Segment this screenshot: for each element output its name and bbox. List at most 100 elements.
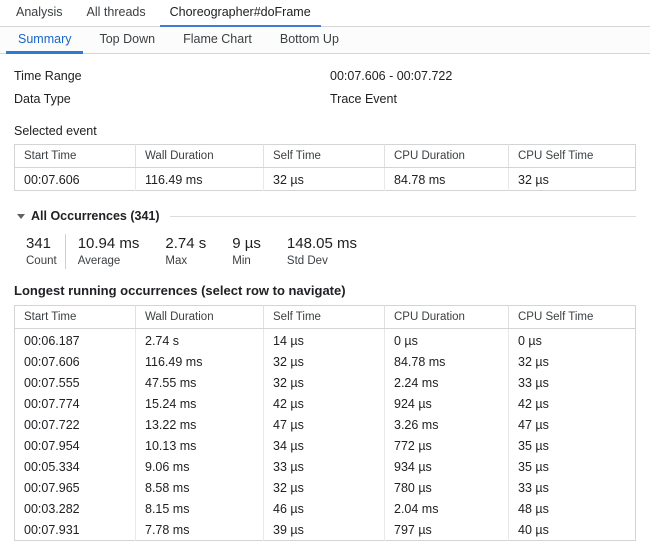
all-occurrences-label: All Occurrences (341) xyxy=(31,209,160,223)
all-occurrences-disclosure[interactable]: All Occurrences (341) xyxy=(14,208,636,224)
column-header[interactable]: Start Time xyxy=(15,306,136,329)
table-cell: 40 µs xyxy=(509,519,636,541)
table-row[interactable]: 00:07.606116.49 ms32 µs84.78 ms32 µs xyxy=(15,168,636,191)
table-cell: 15.24 ms xyxy=(136,393,264,414)
table-cell: 7.78 ms xyxy=(136,519,264,541)
stat-label: Std Dev xyxy=(287,253,357,269)
table-cell: 00:07.555 xyxy=(15,372,136,393)
longest-running-title: Longest running occurrences (select row … xyxy=(14,283,636,298)
table-cell: 48 µs xyxy=(509,498,636,519)
occurrence-stats: 341Count10.94 msAverage2.74 sMax9 µsMin1… xyxy=(14,234,636,269)
data-type-label: Data Type xyxy=(14,92,330,106)
column-header[interactable]: CPU Duration xyxy=(385,306,509,329)
table-cell: 00:07.774 xyxy=(15,393,136,414)
table-cell: 84.78 ms xyxy=(385,351,509,372)
table-row[interactable]: 00:05.3349.06 ms33 µs934 µs35 µs xyxy=(15,456,636,477)
table-row[interactable]: 00:07.72213.22 ms47 µs3.26 ms47 µs xyxy=(15,414,636,435)
stat-label: Max xyxy=(165,253,206,269)
selected-event-title: Selected event xyxy=(14,124,636,138)
column-header[interactable]: CPU Self Time xyxy=(509,306,636,329)
table-cell: 33 µs xyxy=(509,372,636,393)
stat-label: Count xyxy=(26,253,57,269)
column-header[interactable]: Start Time xyxy=(15,145,136,168)
table-cell: 772 µs xyxy=(385,435,509,456)
table-cell: 47 µs xyxy=(264,414,385,435)
table-cell: 32 µs xyxy=(264,168,385,191)
tab-summary[interactable]: Summary xyxy=(4,27,85,53)
selected-event-table: Start TimeWall DurationSelf TimeCPU Dura… xyxy=(14,144,636,191)
table-cell: 42 µs xyxy=(264,393,385,414)
table-row[interactable]: 00:07.9317.78 ms39 µs797 µs40 µs xyxy=(15,519,636,541)
analysis-panel: AnalysisAll threadsChoreographer#doFrame… xyxy=(0,0,650,541)
selected-event-table-body: 00:07.606116.49 ms32 µs84.78 ms32 µs xyxy=(15,168,636,191)
table-cell: 00:03.282 xyxy=(15,498,136,519)
analysis-tab-1[interactable]: All threads xyxy=(75,0,158,26)
table-cell: 39 µs xyxy=(264,519,385,541)
column-header[interactable]: Self Time xyxy=(264,306,385,329)
table-cell: 00:07.954 xyxy=(15,435,136,456)
table-cell: 2.74 s xyxy=(136,329,264,352)
stat-value: 2.74 s xyxy=(165,234,206,253)
data-type-row: Data Type Trace Event xyxy=(14,87,636,110)
table-row[interactable]: 00:07.95410.13 ms34 µs772 µs35 µs xyxy=(15,435,636,456)
time-range-row: Time Range 00:07.606 - 00:07.722 xyxy=(14,64,636,87)
section-divider xyxy=(170,216,636,217)
table-cell: 34 µs xyxy=(264,435,385,456)
stat-value: 10.94 ms xyxy=(78,234,140,253)
table-row[interactable]: 00:06.1872.74 s14 µs0 µs0 µs xyxy=(15,329,636,352)
table-cell: 8.15 ms xyxy=(136,498,264,519)
table-cell: 0 µs xyxy=(509,329,636,352)
table-cell: 116.49 ms xyxy=(136,351,264,372)
chevron-down-icon[interactable] xyxy=(17,214,25,219)
analysis-tab-0[interactable]: Analysis xyxy=(4,0,75,26)
time-range-value: 00:07.606 - 00:07.722 xyxy=(330,69,636,83)
longest-running-table-head: Start TimeWall DurationSelf TimeCPU Dura… xyxy=(15,306,636,329)
tab-flame-chart[interactable]: Flame Chart xyxy=(169,27,266,53)
table-cell: 47 µs xyxy=(509,414,636,435)
table-cell: 32 µs xyxy=(264,372,385,393)
selected-event-table-head: Start TimeWall DurationSelf TimeCPU Dura… xyxy=(15,145,636,168)
selected-event-table-wrap: Start TimeWall DurationSelf TimeCPU Dura… xyxy=(14,144,636,191)
table-cell: 00:07.606 xyxy=(15,168,136,191)
column-header[interactable]: CPU Self Time xyxy=(509,145,636,168)
stat-label: Min xyxy=(232,253,261,269)
longest-running-table-body: 00:06.1872.74 s14 µs0 µs0 µs00:07.606116… xyxy=(15,329,636,541)
table-cell: 2.24 ms xyxy=(385,372,509,393)
stat-count: 341Count xyxy=(20,234,66,269)
table-row[interactable]: 00:07.606116.49 ms32 µs84.78 ms32 µs xyxy=(15,351,636,372)
table-header-row: Start TimeWall DurationSelf TimeCPU Dura… xyxy=(15,306,636,329)
stat-std-dev: 148.05 msStd Dev xyxy=(275,234,371,269)
stat-value: 341 xyxy=(26,234,57,253)
table-cell: 00:05.334 xyxy=(15,456,136,477)
table-cell: 33 µs xyxy=(509,477,636,498)
table-cell: 3.26 ms xyxy=(385,414,509,435)
table-cell: 934 µs xyxy=(385,456,509,477)
table-cell: 00:07.606 xyxy=(15,351,136,372)
table-cell: 797 µs xyxy=(385,519,509,541)
column-header[interactable]: CPU Duration xyxy=(385,145,509,168)
table-cell: 8.58 ms xyxy=(136,477,264,498)
analysis-tab-2[interactable]: Choreographer#doFrame xyxy=(158,0,323,26)
time-range-label: Time Range xyxy=(14,69,330,83)
column-header[interactable]: Wall Duration xyxy=(136,145,264,168)
tab-top-down[interactable]: Top Down xyxy=(85,27,169,53)
tab-bottom-up[interactable]: Bottom Up xyxy=(266,27,353,53)
table-row[interactable]: 00:07.55547.55 ms32 µs2.24 ms33 µs xyxy=(15,372,636,393)
table-cell: 14 µs xyxy=(264,329,385,352)
table-cell: 32 µs xyxy=(509,168,636,191)
column-header[interactable]: Self Time xyxy=(264,145,385,168)
stat-max: 2.74 sMax xyxy=(153,234,220,269)
longest-running-table: Start TimeWall DurationSelf TimeCPU Dura… xyxy=(14,305,636,541)
table-row[interactable]: 00:07.77415.24 ms42 µs924 µs42 µs xyxy=(15,393,636,414)
analysis-tab-bar: AnalysisAll threadsChoreographer#doFrame xyxy=(0,0,650,27)
table-cell: 35 µs xyxy=(509,456,636,477)
table-row[interactable]: 00:03.2828.15 ms46 µs2.04 ms48 µs xyxy=(15,498,636,519)
table-cell: 47.55 ms xyxy=(136,372,264,393)
table-cell: 2.04 ms xyxy=(385,498,509,519)
table-row[interactable]: 00:07.9658.58 ms32 µs780 µs33 µs xyxy=(15,477,636,498)
column-header[interactable]: Wall Duration xyxy=(136,306,264,329)
table-cell: 00:06.187 xyxy=(15,329,136,352)
table-cell: 0 µs xyxy=(385,329,509,352)
table-cell: 116.49 ms xyxy=(136,168,264,191)
stat-value: 9 µs xyxy=(232,234,261,253)
